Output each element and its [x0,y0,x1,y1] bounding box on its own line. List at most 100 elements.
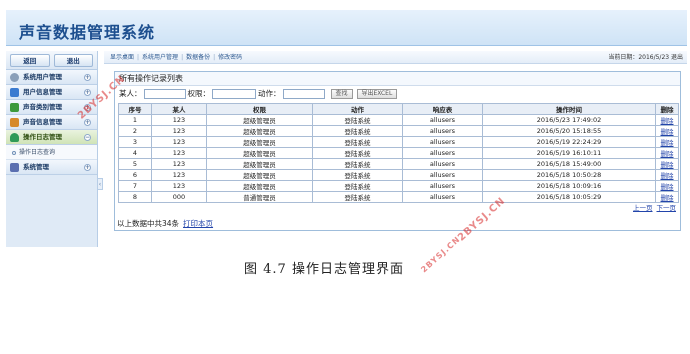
prev-page-link[interactable]: 上一页 [633,204,653,212]
sidebar-item-label: 系统管理 [23,163,49,171]
nav-link-backup[interactable]: 数据备份 [186,54,210,61]
delete-link[interactable]: 删除 [655,136,679,148]
back-button[interactable]: 返回 [10,54,50,67]
bullet-icon [12,150,16,155]
expand-icon[interactable]: + [84,74,91,81]
cell-action: 登陆系统 [312,147,403,159]
cell-action: 登陆系统 [312,136,403,148]
delete-link[interactable]: 删除 [655,191,679,203]
logout-button[interactable]: 退出 [53,54,93,67]
delete-link[interactable]: 删除 [655,180,679,192]
cell-user: 123 [151,125,207,137]
cell-table: allusers [402,114,483,126]
col-header-delete: 删除 [655,103,679,115]
nav-separator: | [137,54,140,61]
app-header: 声音数据管理系统 [6,10,687,46]
sidebar-item-user-info[interactable]: 用户信息管理 + [6,85,97,100]
cell-permission: 普通管理员 [206,191,313,203]
cell-table: allusers [402,169,483,181]
sidebar-item-operation-log[interactable]: 操作日志管理 − [6,130,97,145]
print-page-link[interactable]: 打印本页 [183,219,213,228]
cell-action: 登陆系统 [312,125,403,137]
grid-icon [10,118,19,127]
cell-permission: 超级管理员 [206,158,313,170]
table-row: 4 123 超级管理员 登陆系统 allusers 2016/5/19 16:10:11 删… [118,147,679,159]
expand-icon[interactable]: + [84,119,91,126]
col-header-table: 响应表 [402,103,483,115]
cell-user: 123 [151,114,207,126]
export-excel-button[interactable]: 导出EXCEL [356,88,398,99]
cell-time: 2016/5/18 15:49:00 [482,158,656,170]
col-header-user: 某人 [151,103,207,115]
cell-index: 2 [118,125,152,137]
search-button[interactable]: 查找 [330,88,353,99]
chart-icon [10,163,19,172]
cell-permission: 超级管理员 [206,169,313,181]
nav-separator: | [213,54,216,61]
pager: 上一页 下一页 [629,202,676,212]
nav-link-change-password[interactable]: 修改密码 [218,54,242,61]
col-header-index: 序号 [118,103,152,115]
cell-time: 2016/5/18 10:50:28 [482,169,656,181]
delete-link[interactable]: 删除 [655,125,679,137]
permission-filter-input[interactable] [212,88,256,99]
delete-link[interactable]: 删除 [655,147,679,159]
action-filter-label: 动作： [258,89,281,98]
cell-action: 登陆系统 [312,114,403,126]
cell-table: allusers [402,158,483,170]
table-header-row: 序号 某人 权限 动作 响应表 操作时间 删除 [118,103,679,115]
sidebar-item-label: 声音信息管理 [23,118,62,126]
app-title: 声音数据管理系统 [19,23,156,42]
user-filter-label: 某人： [119,89,142,98]
table-row: 2 123 超级管理员 登陆系统 allusers 2016/5/20 15:18:55 删… [118,125,679,137]
cell-user: 123 [151,169,207,181]
cell-user: 123 [151,158,207,170]
sidebar-item-system-users[interactable]: 系统用户管理 + [6,70,97,85]
cell-permission: 超级管理员 [206,147,313,159]
cell-user: 123 [151,136,207,148]
table-row: 3 123 超级管理员 登陆系统 allusers 2016/5/19 22:24:29 删… [118,136,679,148]
expand-icon[interactable]: + [84,164,91,171]
cell-permission: 超级管理员 [206,114,313,126]
sidebar-collapse-handle[interactable]: ‹ [97,178,103,190]
sidebar-item-label: 用户信息管理 [23,88,62,96]
delete-link[interactable]: 删除 [655,114,679,126]
cell-index: 5 [118,158,152,170]
sidebar-item-system-management[interactable]: 系统管理 + [6,160,97,175]
log-table: 序号 某人 权限 动作 响应表 操作时间 删除 1 123 超级管理员 登陆系统 all… [118,103,679,203]
permission-filter-label: 权限： [187,89,211,98]
col-header-action: 动作 [312,103,403,115]
action-filter-input[interactable] [282,88,325,99]
table-row: 1 123 超级管理员 登陆系统 allusers 2016/5/23 17:49:02 删… [118,114,679,126]
log-panel: 所有操作记录列表 某人： 权限： 动作： 查找 导出EXCEL 序号 某人 权限… [114,71,681,231]
col-header-time: 操作时间 [482,103,656,115]
cell-time: 2016/5/19 22:24:29 [482,136,656,148]
sidebar-item-label: 操作日志管理 [23,133,62,141]
nav-link-desktop[interactable]: 显示桌面 [110,54,134,61]
nav-link-system-users[interactable]: 系统用户管理 [142,54,178,61]
next-page-link[interactable]: 下一页 [657,204,677,212]
cell-user: 123 [151,147,207,159]
cell-permission: 超级管理员 [206,136,313,148]
collapse-icon[interactable]: − [84,134,91,141]
cell-time: 2016/5/19 16:10:11 [482,147,656,159]
current-date: 当前日期：2016/5/23 退出 [608,54,683,61]
figure-caption: 图 4.7 操作日志管理界面 [244,262,404,277]
sidebar-item-label: 声音类别管理 [23,103,62,111]
delete-link[interactable]: 删除 [655,169,679,181]
gear-icon [10,73,19,82]
user-filter-input[interactable] [143,88,186,99]
cell-action: 登陆系统 [312,180,403,192]
cell-table: allusers [402,180,483,192]
expand-icon[interactable]: + [84,89,91,96]
user-icon [10,133,19,142]
top-navbar: 显示桌面 | 系统用户管理 | 数据备份 | 修改密码 当前日期：2016/5/23 退出 [104,51,687,64]
cell-permission: 超级管理员 [206,125,313,137]
cell-time: 2016/5/18 10:05:29 [482,191,656,203]
cell-time: 2016/5/23 17:49:02 [482,114,656,126]
sidebar: 返回 退出 系统用户管理 + 用户信息管理 + 声音类别管理 + 声音信息管理 … [6,51,98,247]
delete-link[interactable]: 删除 [655,158,679,170]
cell-index: 6 [118,169,152,181]
sidebar-item-label: 系统用户管理 [23,73,62,81]
sidebar-subitem-log-query[interactable]: 操作日志查询 [6,145,97,160]
